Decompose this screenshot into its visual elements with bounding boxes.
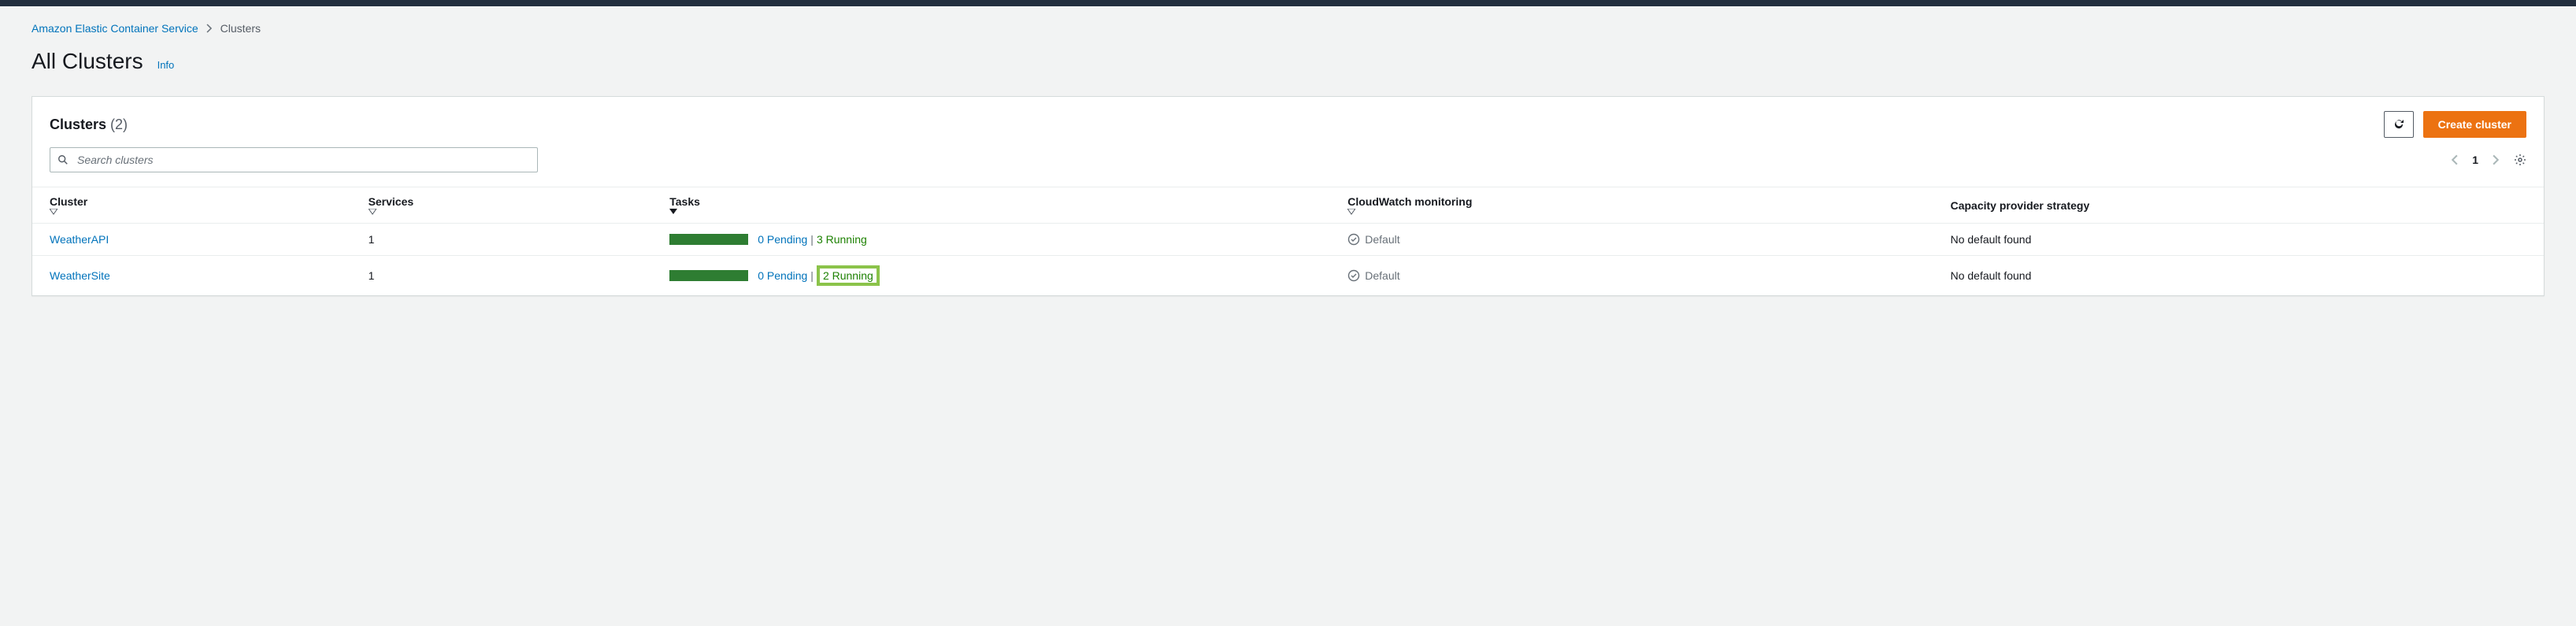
separator: | [810,233,814,246]
col-monitoring-label: CloudWatch monitoring [1347,195,1472,208]
prev-page-button[interactable] [2451,154,2458,165]
breadcrumb-current: Clusters [221,22,261,35]
page-title: All Clusters [32,49,143,74]
col-services[interactable]: Services [359,187,661,224]
page-number: 1 [2472,154,2478,166]
breadcrumb: Amazon Elastic Container Service Cluster… [32,22,2544,35]
search-input[interactable] [50,147,538,172]
table-row: WeatherSite 1 0 Pending | 2 Running Defa… [32,256,2544,296]
col-capacity: Capacity provider strategy [1941,187,2544,224]
tasks-cell: 0 Pending | 3 Running [669,233,1329,246]
search-row: 1 [32,138,2544,187]
refresh-icon [2393,118,2405,131]
col-tasks-label: Tasks [669,195,700,208]
panel-title-text: Clusters [50,117,106,132]
panel-count: (2) [110,117,128,132]
task-progress-bar [669,234,748,245]
page-header: All Clusters Info [32,49,2544,74]
pending-count: 0 Pending [758,233,807,246]
col-monitoring[interactable]: CloudWatch monitoring [1338,187,1940,224]
sort-icon [50,209,350,215]
top-nav-bar [0,0,2576,6]
task-text: 0 Pending | 2 Running [758,265,880,286]
pagination: 1 [2451,154,2526,166]
check-circle-icon [1347,233,1360,246]
cluster-name-link[interactable]: WeatherSite [50,269,110,282]
monitoring-text: Default [1365,269,1399,282]
panel-header: Clusters (2) Create cluster [32,97,2544,138]
sort-icon-active [669,209,1329,215]
search-icon [57,154,69,165]
sort-icon [369,209,651,215]
search-box [50,147,538,172]
col-cluster[interactable]: Cluster [32,187,359,224]
capacity-cell: No default found [1941,256,2544,296]
col-services-label: Services [369,195,414,208]
monitoring-cell: Default [1347,233,1931,246]
clusters-panel: Clusters (2) Create cluster [32,96,2544,296]
tasks-cell: 0 Pending | 2 Running [669,265,1329,286]
running-count: 2 Running [817,265,880,286]
refresh-button[interactable] [2384,111,2414,138]
col-tasks[interactable]: Tasks [660,187,1338,224]
clusters-table: Cluster Services Tasks CloudWatch monito… [32,187,2544,295]
pending-count: 0 Pending [758,269,807,282]
col-capacity-label: Capacity provider strategy [1951,199,2090,212]
info-link[interactable]: Info [158,59,175,71]
breadcrumb-root-link[interactable]: Amazon Elastic Container Service [32,22,198,35]
monitoring-text: Default [1365,233,1399,246]
services-cell: 1 [359,256,661,296]
monitoring-cell: Default [1347,269,1931,282]
task-progress-bar [669,270,748,281]
check-circle-icon [1347,269,1360,282]
col-cluster-label: Cluster [50,195,87,208]
chevron-right-icon [206,24,213,33]
separator: | [810,269,814,282]
create-cluster-button[interactable]: Create cluster [2423,111,2526,138]
task-text: 0 Pending | 3 Running [758,233,867,246]
next-page-button[interactable] [2493,154,2500,165]
capacity-cell: No default found [1941,224,2544,256]
sort-icon [1347,209,1931,215]
services-cell: 1 [359,224,661,256]
panel-title-wrap: Clusters (2) [50,117,128,133]
cluster-name-link[interactable]: WeatherAPI [50,233,109,246]
page-content: Amazon Elastic Container Service Cluster… [0,6,2576,312]
running-count: 3 Running [817,233,867,246]
panel-title: Clusters (2) [50,117,128,132]
header-actions: Create cluster [2384,111,2526,138]
settings-button[interactable] [2514,154,2526,166]
table-row: WeatherAPI 1 0 Pending | 3 Running Defau… [32,224,2544,256]
